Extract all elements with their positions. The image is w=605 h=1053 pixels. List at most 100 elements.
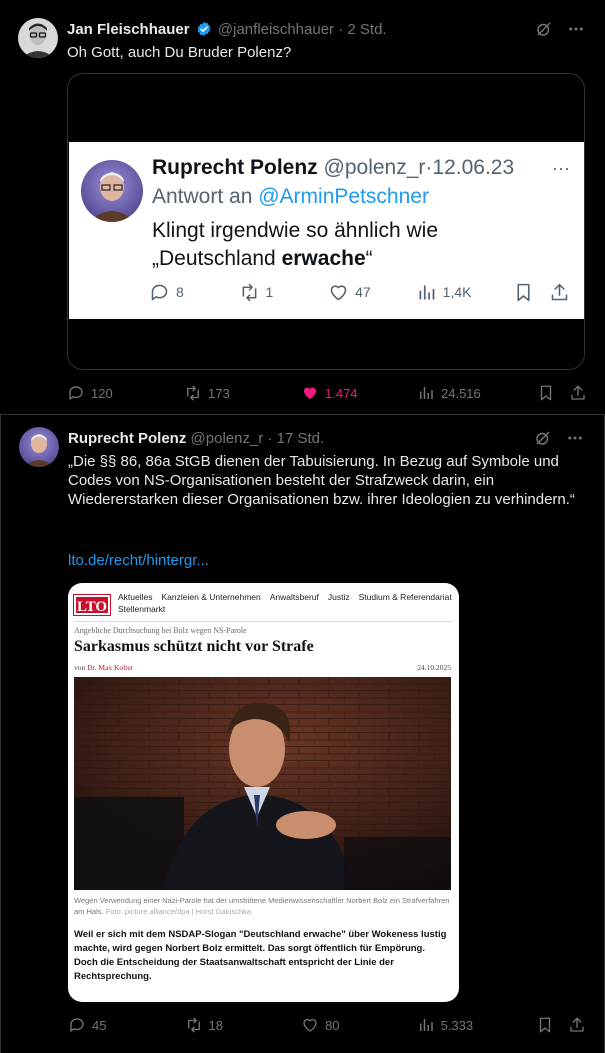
quoted-tweet-image: Ruprecht Polenz @polenz_r·12.06.23 ··· A… [69,142,584,319]
tweet-header: Jan Fleischhauer @janfleischhauer · 2 St… [67,21,387,38]
quoted-text-post: “ [365,247,373,270]
article-kicker: Angebliche Durchsuchung bei Bolz wegen N… [74,626,247,635]
tweet-actions: 45 18 80 5.333 [68,1015,586,1035]
tweet-text: Oh Gott, auch Du Bruder Polenz? [67,44,292,61]
like-count: 1.474 [325,385,358,401]
tweet-header: Ruprecht Polenz @polenz_r · 17 Std. [68,430,324,447]
reply-count: 120 [91,385,113,401]
separator-dot: · [338,21,348,38]
bookmark-icon [517,283,530,301]
photo-caption: Wegen Verwendung einer Nazi-Parole hat d… [74,895,453,917]
repost-count: 18 [208,1017,223,1033]
lto-nav-item: Justiz [327,592,350,602]
quoted-repost-count: 1 [265,284,274,300]
photo-credit: Foto: picture alliance/dpa | Horst Galus… [105,907,252,916]
quoted-share [549,282,570,303]
divider [74,621,453,622]
timestamp[interactable]: 17 Std. [277,430,325,447]
views-count: 24.516 [441,385,481,401]
bookmark-icon [539,1017,551,1033]
link-preview-card[interactable]: LTO Aktuelles Kanzleien & Unternehmen Anwa… [68,583,459,1002]
article-lead: Weil er sich mit dem NSDAP-Slogan "Deuts… [74,929,447,982]
quoted-like: 47 [328,282,416,303]
article-title: Sarkasmus schützt nicht vor Strafe [74,638,314,655]
lto-nav-item: Stellenmarkt [118,604,166,614]
reply-icon [69,386,83,400]
reply-to-handle: @ArminPetschner [258,185,429,208]
timestamp[interactable]: 2 Std. [347,21,386,38]
quoted-name: Ruprecht Polenz [152,156,318,179]
lto-nav: Aktuelles Kanzleien & Unternehmen Anwaltsb… [118,591,455,615]
embedded-screenshot[interactable]: Ruprecht Polenz @polenz_r·12.06.23 ··· A… [67,73,585,370]
repost-icon [187,385,199,401]
reply-count: 45 [92,1017,107,1033]
views-icon [419,285,435,299]
quoted-reply-line: Antwort an @ArminPetschner [152,185,429,209]
views-icon [420,387,433,399]
like-icon [303,1018,317,1032]
reply-button[interactable]: 45 [68,1016,185,1034]
quoted-text-pre: „Deutschland [152,247,282,270]
like-icon [330,284,347,300]
views-icon [419,1019,433,1031]
like-icon [304,387,316,399]
more-icon[interactable] [567,20,585,38]
repost-count: 173 [208,385,230,401]
repost-icon [187,1017,200,1033]
tweet-top-actions [534,429,584,447]
lto-nav-item: Kanzleien & Unternehmen [161,592,261,602]
repost-button[interactable]: 173 [184,384,301,402]
author-name[interactable]: Ruprecht Polenz [68,430,186,447]
avatar[interactable] [19,427,59,467]
separator-dot: · [267,430,277,447]
quoted-reply: 8 [149,282,239,303]
article-date: 24.10.2025 [417,663,451,672]
tweet-text: „Die §§ 86, 86a StGB dienen der Tabuisie… [68,453,575,508]
bookmark-button[interactable] [537,384,569,402]
views-button[interactable]: 5.333 [417,1016,537,1034]
repost-button[interactable]: 18 [185,1016,302,1034]
share-button[interactable] [568,1016,586,1034]
tweet-ruprecht-polenz[interactable]: Ruprecht Polenz @polenz_r · 17 Std. „Die… [0,415,605,1053]
lto-logo: LTO [73,594,111,616]
repost-icon [242,283,256,301]
like-button[interactable]: 80 [301,1016,417,1034]
author-name[interactable]: Jan Fleischhauer [67,21,190,38]
share-icon [571,385,585,400]
like-count: 80 [325,1017,340,1033]
quoted-reply-count: 8 [176,284,184,300]
tweet-actions: 120 173 1.474 24.516 [67,383,587,403]
author-prefix: von [74,663,86,672]
quoted-more-icon: ··· [552,158,570,178]
author-handle[interactable]: @janfleischhauer [218,21,334,38]
reply-prefix: Antwort an [152,185,253,208]
quoted-avatar [81,160,143,222]
grok-icon[interactable] [534,429,552,447]
quoted-actions: 8 1 47 1,4K [149,281,570,303]
grok-icon[interactable] [535,20,553,38]
quoted-date: 12.06.23 [432,156,515,179]
article-author: von Dr. Max Kolter [74,663,133,672]
quoted-views: 1,4K [416,282,514,303]
views-button[interactable]: 24.516 [417,384,537,402]
quoted-views-count: 1,4K [442,284,472,300]
quoted-header: Ruprecht Polenz @polenz_r·12.06.23 [152,156,514,180]
avatar[interactable] [18,18,58,58]
reply-button[interactable]: 120 [67,384,184,402]
verified-icon [197,22,211,36]
quoted-like-count: 47 [355,284,371,300]
quoted-bookmark [513,282,549,303]
article-link[interactable]: lto.de/recht/hintergr... [68,551,584,570]
author-name: Dr. Max Kolter [87,663,134,672]
share-button[interactable] [569,384,587,402]
quoted-handle: @polenz_r [323,156,426,179]
more-icon[interactable] [566,429,584,447]
bookmark-button[interactable] [536,1016,568,1034]
like-button[interactable]: 1.474 [301,384,417,402]
quoted-repost: 1 [239,282,329,303]
lto-nav-item: Studium & Referendariat [358,592,452,602]
quoted-text-line1: Klingt irgendwie so ähnlich wie [152,219,438,242]
author-handle[interactable]: @polenz_r [191,430,264,447]
tweet-jan-fleischhauer[interactable]: Jan Fleischhauer @janfleischhauer · 2 St… [0,0,605,415]
lto-nav-item: Aktuelles [118,592,153,602]
